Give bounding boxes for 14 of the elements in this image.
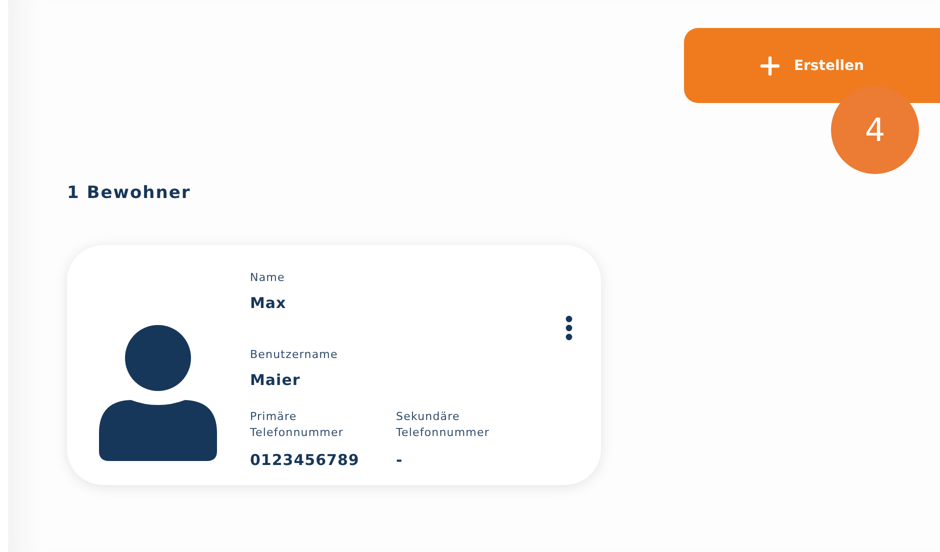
section-heading: 1 Bewohner [67,183,192,203]
field-label: Name [250,271,286,284]
field-label: Sekundäre Telefonnummer [396,409,490,441]
field-label: Benutzername [250,348,339,361]
field-value: Maier [250,371,302,389]
field-value: - [396,451,404,469]
field-label: Primäre Telefonnummer [250,409,344,441]
step-badge: 4 [831,86,919,174]
more-icon[interactable] [565,315,573,341]
field-value: 0123456789 [250,451,360,469]
avatar-icon [99,325,217,461]
create-button[interactable]: Erstellen [684,28,940,103]
plus-icon [760,56,780,76]
field-value: Max [250,294,288,312]
